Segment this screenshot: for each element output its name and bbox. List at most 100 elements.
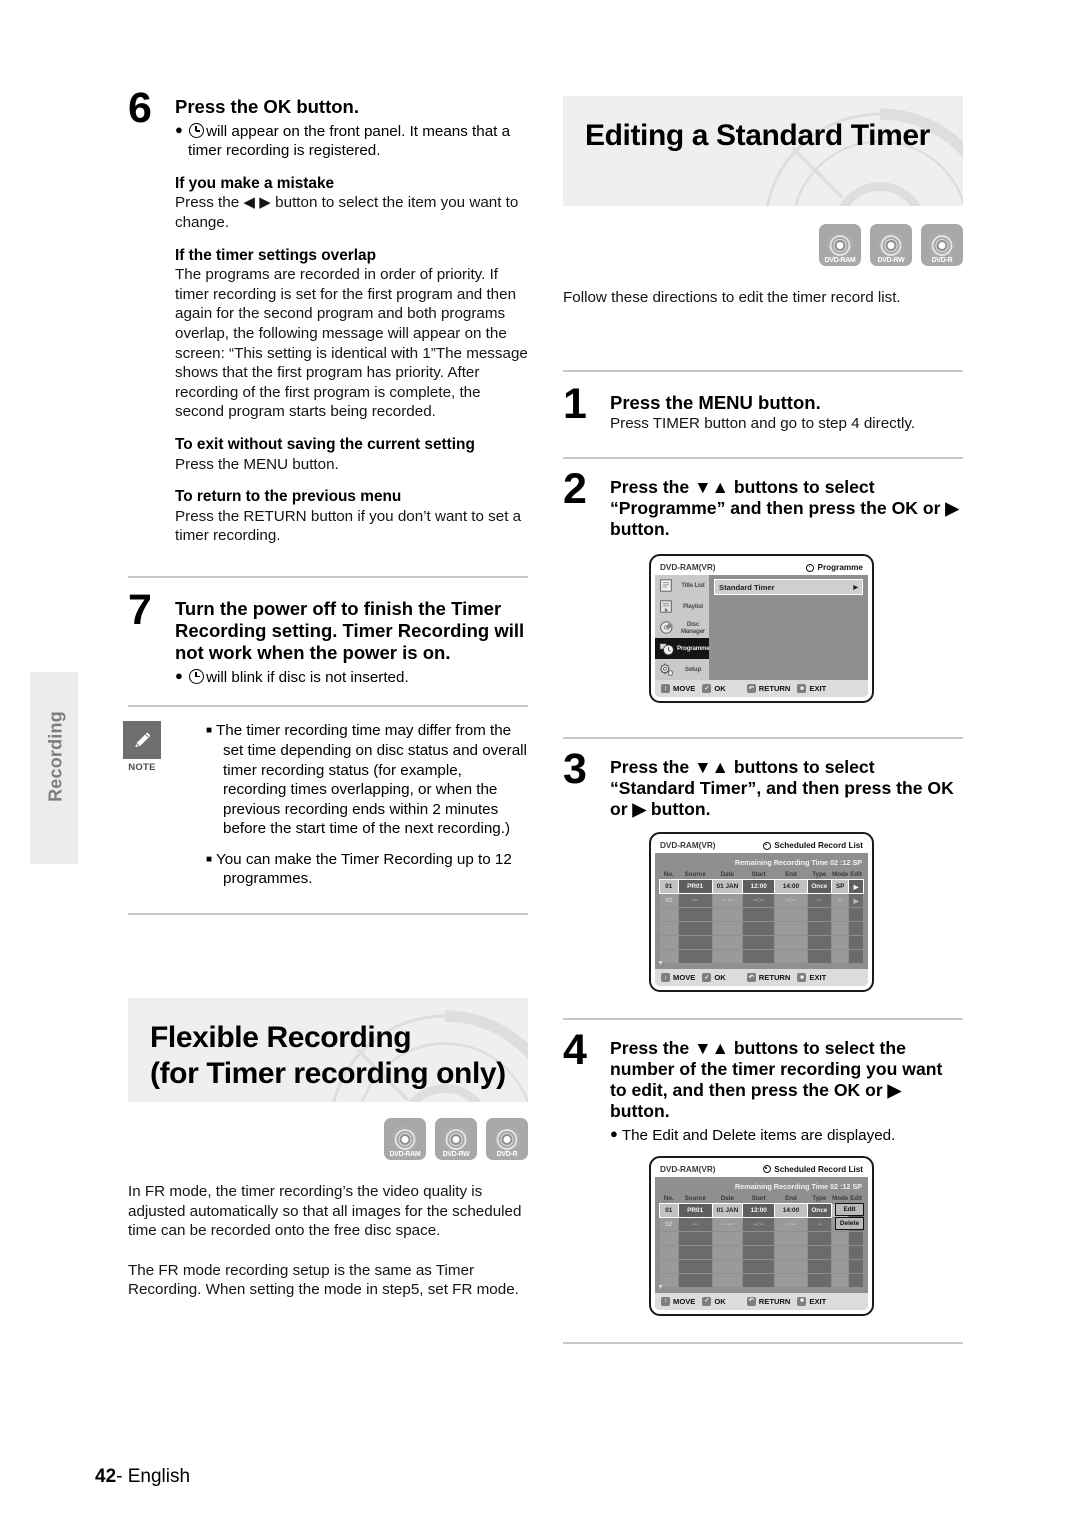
popup-edit-button[interactable]: Edit [835, 1202, 864, 1216]
screen-record-list: DVD-RAM(VR) Scheduled Record List Remain… [649, 832, 874, 993]
cell-source: PR01 [677, 1202, 713, 1218]
cell-end: 14:00 [774, 1202, 808, 1218]
sidebar-item-title-list[interactable]: Title List [655, 575, 709, 596]
divider-step6-step7 [128, 575, 528, 578]
dvd-ram-badge-icon: DVD-RAM [384, 1118, 426, 1161]
table-row[interactable]: 02 --- -- --- --:-- --:-- -- [660, 1217, 863, 1231]
cell-edit[interactable]: ▶ [848, 879, 864, 895]
cell-type: -- [807, 894, 832, 908]
footer-ok[interactable]: ✓ OK [702, 973, 726, 983]
footer-exit[interactable]: ■ EXIT [797, 684, 827, 694]
disc-manager-icon [660, 621, 673, 634]
footer-exit-label: EXIT [809, 684, 827, 694]
screen-record-list-header-title: Scheduled Record List [774, 841, 863, 851]
col-date: Date [720, 1194, 735, 1202]
pencil-icon [123, 721, 161, 760]
dvd-rw-badge-label: DVD-RW [442, 1151, 470, 1159]
cell-edit[interactable]: ▶ [849, 894, 863, 908]
footer-ok[interactable]: ✓ OK [702, 684, 726, 694]
col-type: Type [812, 871, 827, 879]
table-row-empty [660, 936, 863, 950]
sidebar-item-setup[interactable]: Setup [655, 659, 709, 680]
col-edit: Edit [850, 1194, 862, 1202]
col-start: Start [751, 1194, 766, 1202]
programme-icon [659, 643, 674, 656]
note-item-text: The timer recording time may differ from… [216, 722, 527, 838]
sidebar-item-programme[interactable]: Programme [655, 638, 710, 660]
footer-move[interactable]: ↕ MOVE [661, 1296, 695, 1306]
footer-ok-label: OK [714, 1296, 726, 1306]
col-source: Source [684, 1194, 706, 1202]
cell-no: 01 [659, 879, 679, 895]
exit-key-icon: ■ [797, 684, 807, 694]
scroll-down-icon[interactable]: ▼ [657, 1284, 664, 1291]
screen-record-list-footer: ↕ MOVE ✓ OK ↶ RETURN ■ EXIT [655, 969, 868, 987]
col-source: Source [684, 871, 706, 879]
screen-record-list-edit-titlebar: DVD-RAM(VR) Scheduled Record List [655, 1161, 868, 1177]
footer-return[interactable]: ↶ RETURN [746, 1296, 791, 1306]
screen-record-list-inner: DVD-RAM(VR) Scheduled Record List Remain… [655, 838, 868, 987]
sidebar-item-disc-manager-label: Disc Manager [680, 620, 706, 635]
cell-start: --:-- [743, 1217, 775, 1231]
square-bullet-icon: ■ [206, 853, 213, 865]
footer-return[interactable]: ↶ RETURN [746, 973, 790, 983]
subbody-overlap: The programs are recorded in order of pr… [175, 266, 528, 421]
table-row-empty [660, 922, 863, 936]
step-7-bullet-text: will blink if disc is not inserted. [206, 668, 409, 686]
footer-exit[interactable]: ■ EXIT [797, 1296, 827, 1306]
scroll-down-icon[interactable]: ▼ [657, 960, 664, 967]
screen-record-list-body: Remaining Recording Time 02 :12 SP No. S… [655, 853, 868, 970]
sidebar-item-disc-manager[interactable]: Disc Manager [655, 617, 709, 638]
note-label: NOTE [128, 762, 156, 774]
sidebar-item-playlist-label: Playlist [682, 603, 704, 611]
dvd-rw-badge-icon: DVD-RW [435, 1118, 477, 1161]
table-row[interactable]: 02 --- -- --- --:-- --:-- -- -- ▶ [660, 894, 863, 908]
col-edit: Edit [850, 871, 862, 879]
move-key-icon: ↕ [661, 1296, 670, 1306]
cell-edit[interactable]: Edit Delete [835, 1202, 864, 1230]
footer-exit-label: EXIT [809, 1296, 827, 1306]
dvd-rw-badge-label: DVD-RW [877, 257, 905, 264]
cell-source: --- [678, 1217, 712, 1231]
chevron-right-icon: ▶ [853, 584, 858, 591]
footer-return-label: RETURN [758, 1296, 791, 1306]
popup-delete-button[interactable]: Delete [835, 1216, 864, 1230]
footer-return[interactable]: ↶ RETURN [746, 684, 790, 694]
table-row[interactable]: 01 PR01 01 JAN 12:00 14:00 Once SP ▶ [659, 879, 864, 895]
cell-type: -- [807, 1217, 832, 1231]
footer-move[interactable]: ↕ MOVE [661, 973, 695, 983]
step-3: 3 Press the ▼▲ buttons to select “Standa… [563, 748, 963, 820]
step-7-title: Turn the power off to finish the Timer R… [175, 597, 525, 663]
footer-exit[interactable]: ■ EXIT [797, 973, 826, 983]
move-key-icon: ↕ [661, 973, 670, 983]
screen-programme-footer: ↕ MOVE ✓ OK ↶ RETURN ■ EXIT [655, 680, 868, 698]
note-icon-group: NOTE [120, 721, 164, 773]
screen-record-list-edit: DVD-RAM(VR) Scheduled Record List Remain… [649, 1155, 874, 1316]
target-icon [806, 563, 815, 572]
dvd-r-badge-icon: DVD-R [486, 1118, 528, 1161]
note-block: NOTE ■ The timer recording time may diff… [123, 721, 528, 889]
banner-intro-text: Follow these directions to edit the time… [563, 289, 901, 306]
cell-end: 14:00 [774, 879, 808, 895]
step-1-number: 1 [563, 379, 587, 428]
footer-move[interactable]: ↕ MOVE [661, 684, 696, 694]
step-1-title: Press the MENU button. [610, 391, 821, 413]
cell-date: -- --- [712, 1217, 743, 1231]
col-no: No. [663, 871, 674, 879]
sidebar-item-playlist[interactable]: Playlist [655, 596, 709, 617]
flexible-recording-title-line1: Flexible Recording [150, 1021, 412, 1055]
cell-no: 02 [660, 894, 678, 908]
table-header-row: No. Source Date Start End Type Mode Edit [660, 871, 863, 879]
footer-ok-label: OK [714, 973, 726, 983]
screen-programme-sidebar: Title List Playlist Disc Manager Program… [655, 575, 710, 681]
menu-item-standard-timer[interactable]: Standard Timer ▶ [714, 579, 863, 596]
target-icon [763, 1165, 772, 1174]
sidebar-item-setup-label: Setup [684, 666, 702, 674]
footer-ok[interactable]: ✓ OK [702, 1296, 726, 1306]
return-key-icon: ↶ [746, 1296, 756, 1306]
step-4-title: Press the ▼▲ buttons to select the numbe… [610, 1038, 943, 1122]
footer-move-label: MOVE [673, 684, 696, 694]
subbody-exit: Press the MENU button. [175, 455, 339, 473]
table-row[interactable]: 01 PR01 01 JAN 12:00 14:00 Once Edit Del… [659, 1202, 864, 1230]
screen-programme: DVD-RAM(VR) Programme Title List Playlis… [649, 554, 874, 704]
